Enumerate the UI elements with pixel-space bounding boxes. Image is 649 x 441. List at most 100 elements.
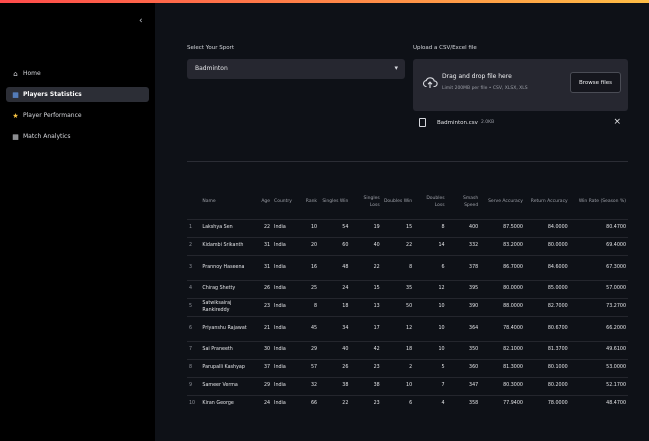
table-cell: 73.2700 — [569, 298, 628, 317]
sidebar-item-match-analytics[interactable]: ▦ Match Analytics — [6, 129, 149, 144]
column-header[interactable]: Country — [272, 186, 299, 220]
table-cell: 19 — [350, 219, 382, 238]
file-icon — [419, 118, 426, 127]
table-cell: India — [272, 219, 299, 238]
table-cell: 57.0000 — [569, 280, 628, 299]
table-cell: Kiran George — [200, 395, 255, 413]
column-header[interactable]: Name — [200, 186, 254, 220]
table-row[interactable]: 3 Prannoy Haseena 31 India 16 48 22 8 6 378 86.700… — [187, 255, 628, 281]
table-cell: Sameer Verma — [200, 377, 255, 396]
table-cell: India — [272, 280, 299, 299]
row-index: 3 — [187, 255, 201, 281]
table-cell: 80.0000 — [480, 280, 525, 299]
sport-select[interactable]: Badminton ▾ — [187, 59, 405, 79]
row-index: 4 — [187, 280, 201, 299]
table-cell: 53.0000 — [569, 359, 628, 378]
table-cell: 45 — [298, 316, 320, 342]
table-cell: 400 — [446, 219, 481, 238]
table-cell: 15 — [381, 219, 415, 238]
table-row[interactable]: 5 Satwiksairaj Rankireddy 23 India 8 18 13 50 10… — [187, 298, 628, 317]
table-cell: 66 — [298, 395, 320, 413]
table-cell: 37 — [254, 359, 273, 378]
table-cell: 5 — [414, 359, 447, 378]
table-cell: 80.3000 — [480, 377, 525, 396]
column-header[interactable]: Age — [254, 186, 272, 220]
table-cell: 22 — [254, 219, 273, 238]
table-row[interactable]: 7 Sai Praneeth 30 India 29 40 42 18 10 350 82.1000… — [187, 341, 628, 360]
table-cell: 78.4000 — [480, 316, 525, 342]
column-header[interactable]: Win Rate (Season %) — [570, 186, 628, 220]
table-cell: 50 — [381, 298, 415, 317]
table-row[interactable]: 10 Kiran George 24 India 66 22 23 6 4 358 77.9400 7… — [187, 395, 628, 413]
table-cell: 6 — [381, 395, 415, 413]
table-cell: 38 — [319, 377, 351, 396]
table-cell: 10 — [298, 219, 320, 238]
table-cell: Satwiksairaj Rankireddy — [200, 298, 255, 317]
table-cell: India — [272, 341, 299, 360]
column-header[interactable]: Doubles Win — [382, 186, 414, 220]
row-index: 7 — [187, 341, 201, 360]
column-header[interactable]: Rank — [299, 186, 319, 220]
table-cell: 66.2000 — [569, 316, 628, 342]
table-cell: India — [272, 359, 299, 378]
cloud-upload-icon — [422, 77, 438, 88]
table-cell: 25 — [298, 280, 320, 299]
row-index: 6 — [187, 316, 201, 342]
column-header[interactable]: Return Accuracy — [525, 186, 570, 220]
table-row[interactable]: 8 Parupalli Kashyap 37 India 57 26 23 2 5 360 81.3… — [187, 359, 628, 378]
table-cell: 30 — [254, 341, 273, 360]
table-icon: ▦ — [12, 132, 19, 141]
table-cell: 395 — [446, 280, 481, 299]
column-header[interactable]: Singles Loss — [350, 186, 381, 220]
remove-file-icon[interactable]: × — [613, 117, 621, 127]
table-cell: 8 — [414, 219, 447, 238]
table-cell: 332 — [446, 237, 481, 256]
table-cell: 81.3000 — [480, 359, 525, 378]
table-cell: 80.2000 — [524, 377, 570, 396]
table-cell: 378 — [446, 255, 481, 281]
column-header[interactable] — [187, 186, 200, 220]
table-cell: 29 — [298, 341, 320, 360]
table-cell: Prannoy Haseena — [200, 255, 255, 281]
table-row[interactable]: 1 Lakshya Sen 22 India 10 54 19 15 8 400 87.5000 84… — [187, 219, 628, 238]
drag-drop-text: Drag and drop file here — [442, 73, 512, 80]
player-stats-table[interactable]: Name Age Country Rank Singles Win Singles Los… — [187, 186, 628, 413]
row-index: 10 — [187, 395, 201, 413]
table-cell: 18 — [319, 298, 351, 317]
table-cell: 10 — [414, 298, 447, 317]
browse-files-button[interactable]: Browse files — [570, 72, 621, 93]
table-cell: 390 — [446, 298, 481, 317]
trophy-icon: ★ — [12, 111, 19, 120]
table-cell: 16 — [298, 255, 320, 281]
table-cell: 24 — [254, 395, 273, 413]
sidebar-item-label: Home — [23, 70, 41, 77]
table-cell: 17 — [350, 316, 382, 342]
table-row[interactable]: 2 Kidambi Srikanth 31 India 20 60 40 22 14 332 83.… — [187, 237, 628, 256]
table-cell: 22 — [350, 255, 382, 281]
sidebar-item-player-performance[interactable]: ★ Player Performance — [6, 108, 149, 123]
table-cell: 23 — [350, 359, 382, 378]
uploaded-file-name: Badminton.csv — [437, 120, 478, 126]
table-cell: 34 — [319, 316, 351, 342]
file-dropzone[interactable]: Drag and drop file here Limit 200MB per … — [413, 59, 628, 111]
table-cell: 80.6700 — [524, 316, 570, 342]
column-header[interactable]: Serve Accuracy — [480, 186, 525, 220]
table-cell: 10 — [414, 341, 447, 360]
sidebar-item-players-statistics[interactable]: ▦ Players Statistics — [6, 87, 149, 102]
chevron-left-icon[interactable]: ‹ — [139, 17, 143, 26]
table-cell: 49.6100 — [569, 341, 628, 360]
table-cell: 12 — [414, 280, 447, 299]
table-row[interactable]: 4 Chirag Shetty 26 India 25 24 15 35 12 395 80.000… — [187, 280, 628, 299]
table-row[interactable]: 6 Priyanshu Rajawat 21 India 45 34 17 12 10 364 78… — [187, 316, 628, 342]
column-header[interactable]: Smash Speed — [447, 186, 481, 220]
sidebar-item-home[interactable]: ⌂ Home — [6, 66, 149, 81]
table-row[interactable]: 9 Sameer Verma 29 India 32 38 38 10 7 347 80.3000 8… — [187, 377, 628, 396]
table-cell: 23 — [350, 395, 382, 413]
chart-icon: ▦ — [12, 90, 19, 99]
table-cell: 80.1000 — [524, 359, 570, 378]
table-cell: 40 — [319, 341, 351, 360]
column-header[interactable]: Singles Win — [319, 186, 350, 220]
chevron-down-icon: ▾ — [394, 64, 398, 72]
table-cell: India — [272, 377, 299, 396]
column-header[interactable]: Doubles Loss — [414, 186, 446, 220]
